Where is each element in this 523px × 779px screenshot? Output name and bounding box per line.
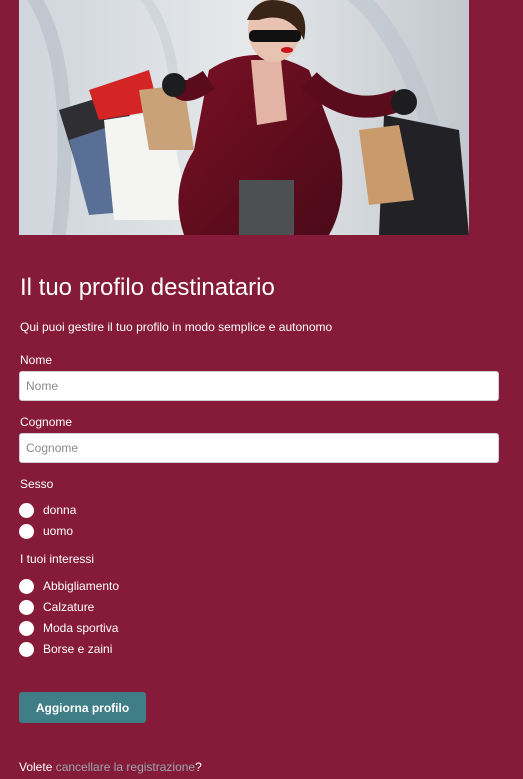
last-name-label: Cognome [20, 415, 73, 429]
interests-label: I tuoi interessi [20, 552, 95, 566]
checkbox[interactable] [19, 641, 34, 657]
page-title: Il tuo profilo destinatario [20, 274, 275, 301]
page-subtitle: Qui puoi gestire il tuo profilo in modo … [20, 320, 333, 334]
interest-option-label: Abbigliamento [43, 579, 120, 593]
gender-option-label: donna [43, 503, 77, 517]
gender-option-donna[interactable]: donna [19, 502, 76, 518]
first-name-label: Nome [20, 353, 53, 367]
interest-option-label: Moda sportiva [43, 621, 119, 635]
unsubscribe-prefix: Volete [19, 760, 56, 774]
interest-option-label: Calzature [43, 600, 95, 614]
radio-button[interactable] [19, 523, 34, 539]
interest-option-moda-sportiva[interactable]: Moda sportiva [19, 620, 118, 636]
unsubscribe-link[interactable]: cancellare la registrazione [56, 760, 195, 774]
gender-option-uomo[interactable]: uomo [19, 523, 73, 539]
interest-option-label: Borse e zaini [43, 642, 113, 656]
gender-label: Sesso [20, 477, 54, 491]
update-profile-button[interactable]: Aggiorna profilo [19, 692, 146, 723]
interest-option-abbigliamento[interactable]: Abbigliamento [19, 578, 119, 594]
interest-option-calzature[interactable]: Calzature [19, 599, 94, 615]
first-name-input[interactable] [19, 371, 499, 401]
checkbox[interactable] [19, 599, 34, 615]
checkbox[interactable] [19, 578, 34, 594]
radio-button[interactable] [19, 502, 34, 518]
last-name-input[interactable] [19, 433, 499, 463]
gender-option-label: uomo [43, 524, 74, 538]
unsubscribe-suffix: ? [195, 760, 202, 774]
hero-image [19, 0, 469, 235]
checkbox[interactable] [19, 620, 34, 636]
interest-option-borse-e-zaini[interactable]: Borse e zaini [19, 641, 112, 657]
unsubscribe-text: Volete cancellare la registrazione? [19, 759, 202, 775]
